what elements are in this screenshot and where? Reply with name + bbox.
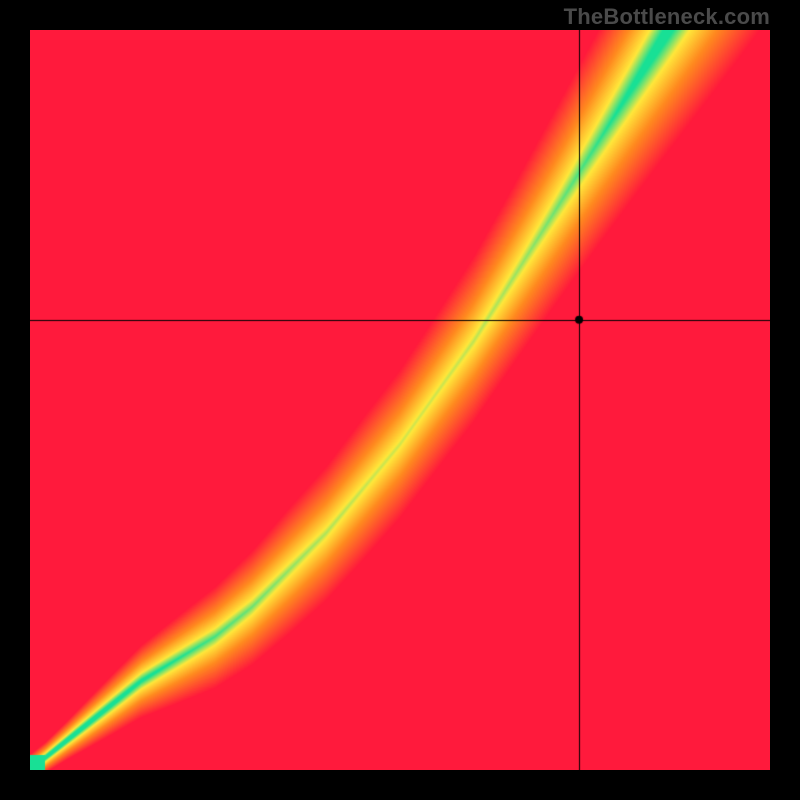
stage: TheBottleneck.com: [0, 0, 800, 800]
watermark-text: TheBottleneck.com: [564, 4, 770, 30]
heatmap-plot: [30, 30, 770, 770]
heatmap-canvas: [30, 30, 770, 770]
